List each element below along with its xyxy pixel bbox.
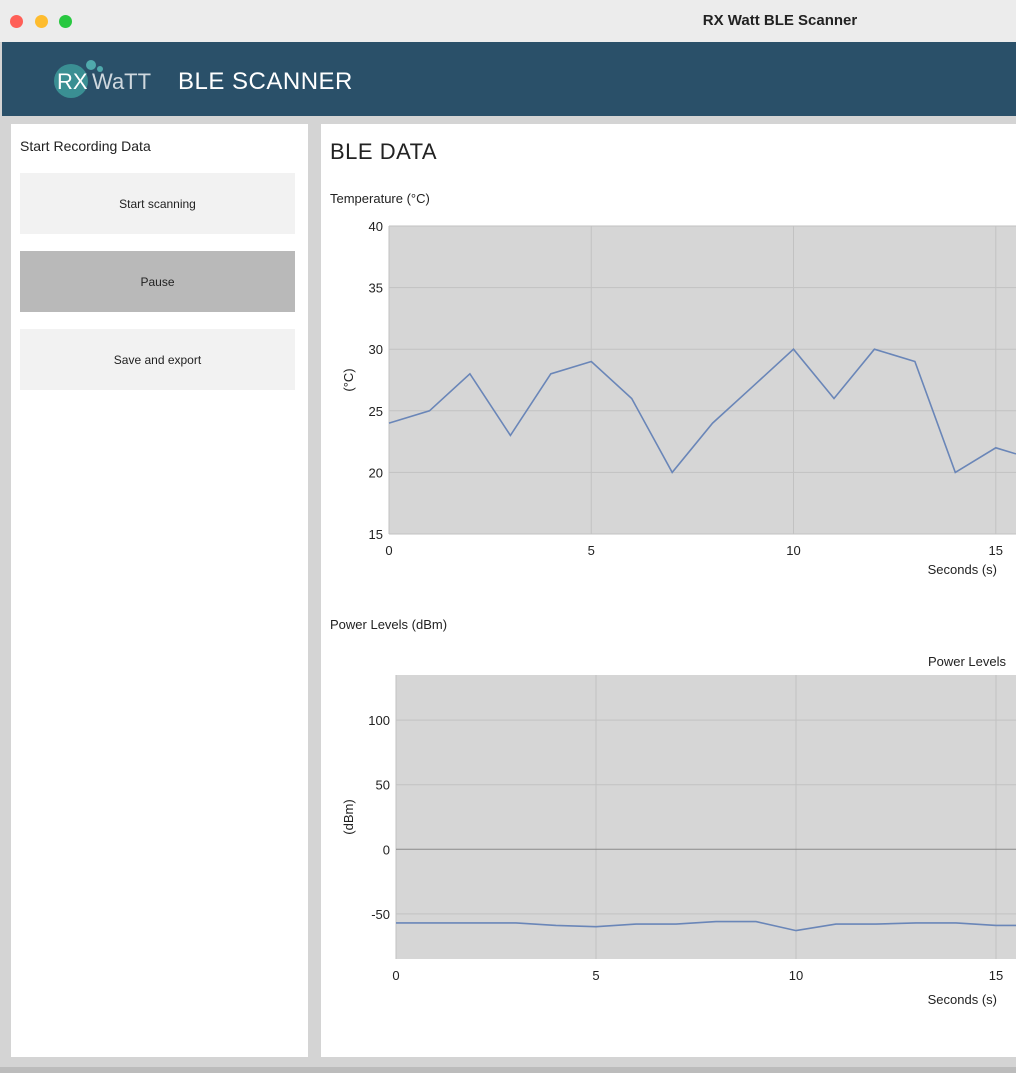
x-axis-label: Seconds (s): [928, 562, 997, 577]
app-title: BLE SCANNER: [178, 68, 353, 95]
x-tick-label: 5: [588, 543, 595, 558]
save-export-button[interactable]: Save and export: [20, 329, 295, 390]
y-axis-label: (dBm): [341, 799, 356, 834]
y-tick-label: 0: [383, 842, 390, 857]
y-axis-label: (°C): [341, 368, 356, 391]
power-section-title: Power Levels (dBm): [330, 617, 448, 632]
x-tick-label: 5: [592, 968, 599, 983]
control-sidebar: Start Recording Data Start scanning Paus…: [11, 124, 308, 1057]
temperature-section-title: Temperature (°C): [330, 191, 430, 206]
window-bottom-edge: [0, 1067, 1016, 1073]
y-tick-label: 50: [376, 778, 390, 793]
y-tick-label: 100: [368, 713, 390, 728]
chart-title: Power Levels: [928, 654, 1007, 669]
logo-watt-text: WaTT: [92, 69, 152, 94]
x-tick-label: 0: [385, 543, 392, 558]
x-tick-label: 15: [989, 543, 1003, 558]
y-tick-label: 30: [369, 342, 383, 357]
y-tick-label: 15: [369, 527, 383, 542]
main-panel: BLE DATA Temperature (°C) Power Levels (…: [321, 124, 1016, 1057]
y-tick-label: 25: [369, 404, 383, 419]
x-tick-label: 15: [989, 968, 1003, 983]
power-chart: 0 5 10 15 -50 0 50 100 Seconds (s) (dBm) Power Lev…: [341, 654, 1016, 1007]
y-tick-label: 20: [369, 465, 383, 480]
y-tick-label: 40: [369, 219, 383, 234]
rxwatt-logo: RX WaTT: [52, 60, 162, 100]
x-tick-label: 10: [789, 968, 803, 983]
window-titlebar: RX Watt BLE Scanner: [0, 0, 1016, 43]
x-axis-label: Seconds (s): [928, 992, 997, 1007]
window-title: RX Watt BLE Scanner: [702, 12, 858, 29]
y-tick-label: -50: [371, 907, 390, 922]
y-tick-label: 35: [369, 281, 383, 296]
x-tick-label: 10: [786, 543, 800, 558]
plot-area: [396, 675, 1016, 959]
start-scanning-button[interactable]: Start scanning: [20, 173, 295, 234]
app-header: RX WaTT BLE SCANNER: [2, 42, 1016, 116]
logo-rx-text: RX: [57, 69, 88, 94]
pause-button[interactable]: Pause: [20, 251, 295, 312]
x-tick-label: 0: [392, 968, 399, 983]
temperature-chart: 0 5 10 15 15 20 25 30 35 40 Seconds (s) (°C): [341, 219, 1016, 577]
sidebar-title: Start Recording Data: [20, 138, 151, 154]
page-title: BLE DATA: [330, 139, 438, 164]
